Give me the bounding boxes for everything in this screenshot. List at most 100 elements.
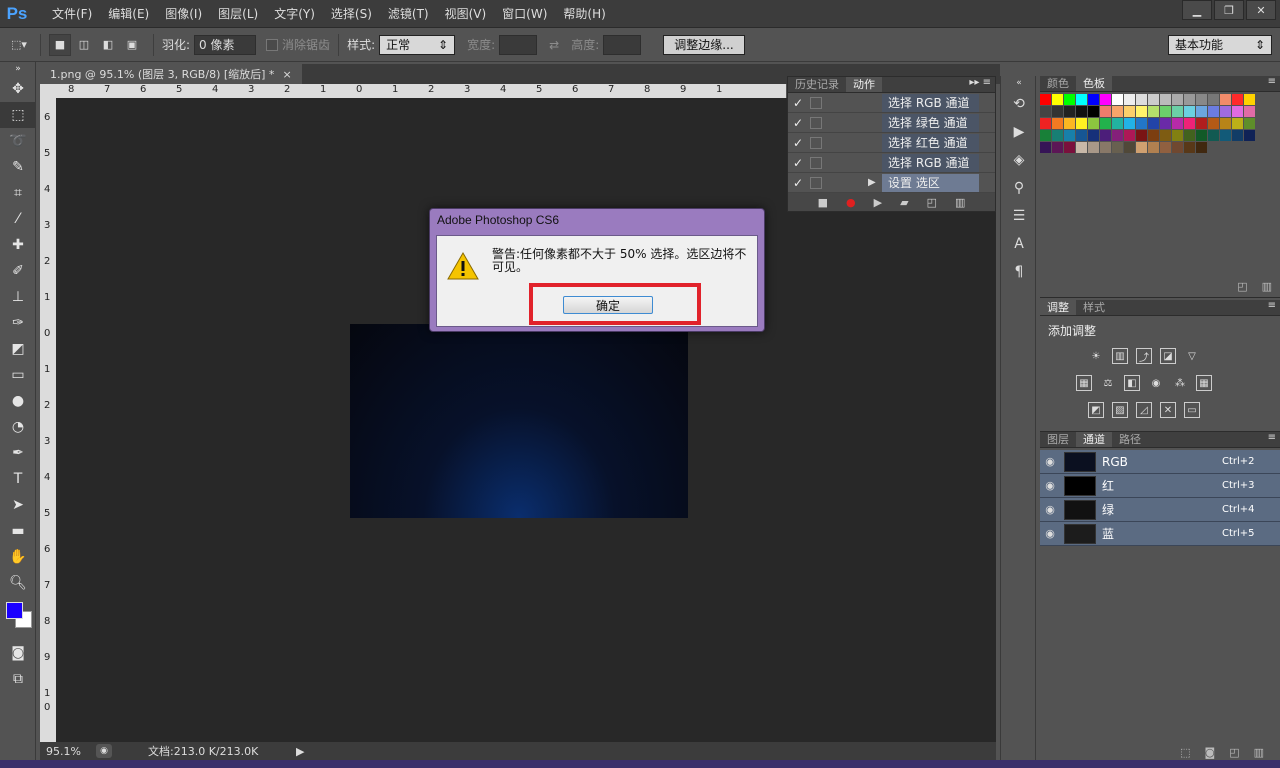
brush-panel-icon[interactable]: ☰ bbox=[1001, 202, 1037, 230]
color-swatch[interactable] bbox=[1184, 118, 1195, 129]
color-swatch[interactable] bbox=[1232, 106, 1243, 117]
color-swatch[interactable] bbox=[1184, 94, 1195, 105]
color-swatch[interactable] bbox=[1100, 142, 1111, 153]
color-swatch[interactable] bbox=[1196, 106, 1207, 117]
lasso-tool-icon[interactable]: ➰ bbox=[0, 128, 36, 154]
tab-paths[interactable]: 路径 bbox=[1112, 432, 1148, 447]
color-swatch[interactable] bbox=[1172, 118, 1183, 129]
channel-row[interactable]: ◉ 红 Ctrl+3 bbox=[1040, 474, 1280, 498]
action-row[interactable]: ✓ 选择 RGB 通道 bbox=[788, 153, 995, 173]
subtract-selection-icon[interactable]: ◧ bbox=[97, 34, 119, 56]
action-check-icon[interactable]: ✓ bbox=[788, 116, 808, 130]
history-panel-icon[interactable]: ⟲ bbox=[1001, 90, 1037, 118]
action-row[interactable]: ✓ 选择 绿色 通道 bbox=[788, 113, 995, 133]
menu-image[interactable]: 图像(I) bbox=[157, 0, 210, 28]
color-swatch[interactable] bbox=[1136, 142, 1147, 153]
color-swatch[interactable] bbox=[1100, 118, 1111, 129]
color-swatch[interactable] bbox=[1040, 94, 1051, 105]
move-tool-icon[interactable]: ✥ bbox=[0, 76, 36, 102]
path-selection-tool-icon[interactable]: ➤ bbox=[0, 492, 36, 518]
color-swatch[interactable] bbox=[1100, 94, 1111, 105]
action-check-icon[interactable]: ✓ bbox=[788, 176, 808, 190]
color-swatch[interactable] bbox=[1064, 106, 1075, 117]
curves-icon[interactable]: ⤴ bbox=[1136, 348, 1152, 364]
color-swatch[interactable] bbox=[1076, 106, 1087, 117]
channel-row[interactable]: ◉ 蓝 Ctrl+5 bbox=[1040, 522, 1280, 546]
refine-edge-button[interactable]: 调整边缘... bbox=[663, 34, 745, 55]
color-swatch[interactable] bbox=[1208, 94, 1219, 105]
color-swatch[interactable] bbox=[1184, 106, 1195, 117]
dodge-tool-icon[interactable]: ◔ bbox=[0, 414, 36, 440]
color-swatch[interactable] bbox=[1112, 130, 1123, 141]
color-swatch[interactable] bbox=[1052, 118, 1063, 129]
color-swatch[interactable] bbox=[1160, 118, 1171, 129]
menu-select[interactable]: 选择(S) bbox=[323, 0, 380, 28]
color-swatch[interactable] bbox=[1172, 94, 1183, 105]
tab-color[interactable]: 颜色 bbox=[1040, 76, 1076, 91]
status-info-icon[interactable]: ◉ bbox=[96, 744, 112, 758]
color-swatch[interactable] bbox=[1088, 118, 1099, 129]
panel-menu-icon[interactable]: ▸▸ ≡ bbox=[969, 77, 995, 92]
hand-tool-icon[interactable]: ✋ bbox=[0, 544, 36, 570]
color-swatch[interactable] bbox=[1064, 94, 1075, 105]
menu-filter[interactable]: 滤镜(T) bbox=[380, 0, 437, 28]
color-swatch[interactable] bbox=[1040, 142, 1051, 153]
eye-icon[interactable]: ◉ bbox=[1040, 527, 1060, 540]
color-swatch[interactable] bbox=[1148, 94, 1159, 105]
color-swatch[interactable] bbox=[1076, 130, 1087, 141]
color-swatch[interactable] bbox=[1220, 130, 1231, 141]
color-swatch[interactable] bbox=[1232, 118, 1243, 129]
swatch-grid[interactable] bbox=[1040, 94, 1255, 153]
color-swatch[interactable] bbox=[1052, 130, 1063, 141]
menu-type[interactable]: 文字(Y) bbox=[266, 0, 323, 28]
eye-icon[interactable]: ◉ bbox=[1040, 455, 1060, 468]
rectangle-tool-icon[interactable]: ▬ bbox=[0, 518, 36, 544]
trash-icon[interactable]: ▥ bbox=[1262, 280, 1272, 293]
new-action-icon[interactable]: ◰ bbox=[927, 196, 937, 209]
color-swatch[interactable] bbox=[1172, 106, 1183, 117]
gradient-tool-icon[interactable]: ▭ bbox=[0, 362, 36, 388]
intersect-selection-icon[interactable]: ▣ bbox=[121, 34, 143, 56]
action-row[interactable]: ✓ ▶ 设置 选区 bbox=[788, 173, 995, 193]
action-check-icon[interactable]: ✓ bbox=[788, 136, 808, 150]
color-swatch[interactable] bbox=[1064, 142, 1075, 153]
color-swatch[interactable] bbox=[1112, 142, 1123, 153]
close-tab-icon[interactable]: × bbox=[282, 68, 291, 81]
pen-tool-icon[interactable]: ✒ bbox=[0, 440, 36, 466]
tab-layers[interactable]: 图层 bbox=[1040, 432, 1076, 447]
zoom-tool-icon[interactable]: 🔍︎ bbox=[0, 570, 36, 596]
action-row[interactable]: ✓ 选择 红色 通道 bbox=[788, 133, 995, 153]
minimize-button[interactable]: ▁ bbox=[1182, 0, 1212, 20]
zoom-level[interactable]: 95.1% bbox=[46, 745, 90, 758]
invert-icon[interactable]: ◩ bbox=[1088, 402, 1104, 418]
exposure-icon[interactable]: ◪ bbox=[1160, 348, 1176, 364]
channel-mixer-icon[interactable]: ⁂ bbox=[1172, 375, 1188, 391]
tab-channels[interactable]: 通道 bbox=[1076, 432, 1112, 447]
action-dialog-toggle[interactable] bbox=[810, 176, 822, 189]
color-swatch[interactable] bbox=[1088, 106, 1099, 117]
marquee-tool-icon[interactable]: ⬚ bbox=[0, 102, 36, 128]
foreground-color-swatch[interactable] bbox=[6, 602, 23, 619]
menu-view[interactable]: 视图(V) bbox=[437, 0, 495, 28]
color-swatch[interactable] bbox=[1208, 118, 1219, 129]
record-icon[interactable]: ● bbox=[846, 196, 856, 209]
color-swatch[interactable] bbox=[1076, 94, 1087, 105]
color-swatch[interactable] bbox=[1136, 94, 1147, 105]
action-check-icon[interactable]: ✓ bbox=[788, 156, 808, 170]
vibrance-icon[interactable]: ▽ bbox=[1184, 348, 1200, 364]
eraser-tool-icon[interactable]: ◩ bbox=[0, 336, 36, 362]
color-swatch[interactable] bbox=[1088, 94, 1099, 105]
document-image[interactable] bbox=[350, 324, 688, 518]
workspace-select[interactable]: 基本功能 ⇕ bbox=[1168, 34, 1272, 55]
color-swatch[interactable] bbox=[1220, 94, 1231, 105]
action-check-icon[interactable]: ✓ bbox=[788, 96, 808, 110]
quick-selection-tool-icon[interactable]: ✎ bbox=[0, 154, 36, 180]
color-swatch[interactable] bbox=[1088, 130, 1099, 141]
paragraph-panel-icon[interactable]: ¶ bbox=[1001, 258, 1037, 286]
menu-file[interactable]: 文件(F) bbox=[44, 0, 100, 28]
style-select[interactable]: 正常 ⇕ bbox=[379, 34, 456, 55]
status-menu-arrow-icon[interactable]: ▶ bbox=[296, 745, 304, 758]
quick-mask-icon[interactable]: ◙ bbox=[0, 640, 36, 666]
color-swatch[interactable] bbox=[1172, 142, 1183, 153]
color-balance-icon[interactable]: ⚖ bbox=[1100, 375, 1116, 391]
